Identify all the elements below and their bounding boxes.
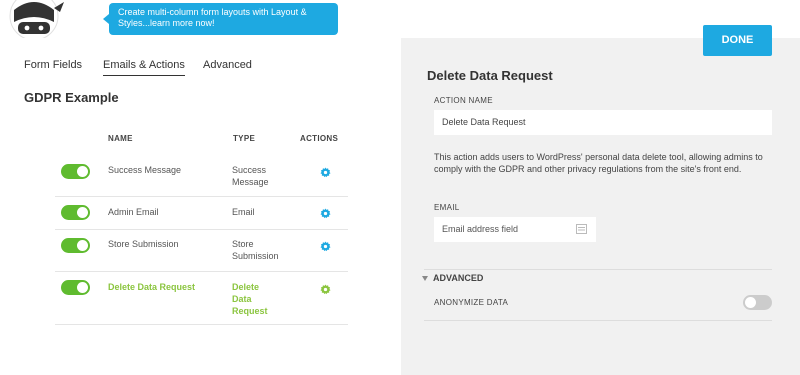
enable-toggle[interactable] [61,205,90,220]
anonymize-label: ANONYMIZE DATA [434,298,509,307]
done-button[interactable]: DONE [703,25,772,56]
action-name: Success Message [108,165,182,175]
divider [424,269,772,270]
email-label: EMAIL [434,203,460,212]
column-header-type: TYPE [233,134,256,143]
divider [424,320,772,321]
advanced-section-toggle[interactable]: ADVANCED [433,273,483,283]
gear-icon[interactable] [320,241,331,252]
action-name-label: ACTION NAME [434,96,493,105]
action-type: Store Submission [232,239,279,261]
caret-down-icon[interactable] [422,276,428,281]
action-name-field[interactable]: Delete Data Request [434,110,772,135]
gear-icon[interactable] [320,167,331,178]
email-field-placeholder: Email address field [442,224,519,234]
action-name: Delete Data Request [108,282,196,292]
merge-tag-icon[interactable] [576,224,587,234]
action-type: Success Message [232,165,269,187]
column-header-actions: ACTIONS [300,134,339,143]
action-name: Admin Email [108,207,159,217]
tab-advanced[interactable]: Advanced [203,59,252,71]
anonymize-toggle[interactable] [743,295,772,310]
tab-form-fields[interactable]: Form Fields [24,59,82,71]
action-row[interactable]: Store Submission Store Submission [55,230,348,272]
action-settings-panel [401,38,800,375]
column-header-name: NAME [108,134,133,143]
promo-tooltip[interactable]: Create multi-column form layouts with La… [103,3,338,35]
panel-title: Delete Data Request [427,68,553,83]
email-field[interactable]: Email address field [434,217,596,242]
enable-toggle[interactable] [61,280,90,295]
enable-toggle[interactable] [61,238,90,253]
action-type: Delete Data Request [232,282,268,316]
tab-emails-actions[interactable]: Emails & Actions [103,59,185,76]
action-name: Store Submission [108,239,179,249]
top-bar: Create multi-column form layouts with La… [0,0,800,40]
action-type: Email [232,207,255,217]
ninja-logo-icon[interactable] [4,0,68,40]
gear-icon[interactable] [320,284,331,295]
form-title: GDPR Example [24,90,119,105]
action-row-active[interactable]: Delete Data Request Delete Data Request [55,272,348,325]
action-description: This action adds users to WordPress' per… [434,152,763,174]
gear-icon[interactable] [320,208,331,219]
enable-toggle[interactable] [61,164,90,179]
action-row[interactable]: Admin Email Email [55,197,348,230]
action-row[interactable]: Success Message Success Message [55,154,348,197]
promo-tooltip-text: Create multi-column form layouts with La… [118,7,307,28]
